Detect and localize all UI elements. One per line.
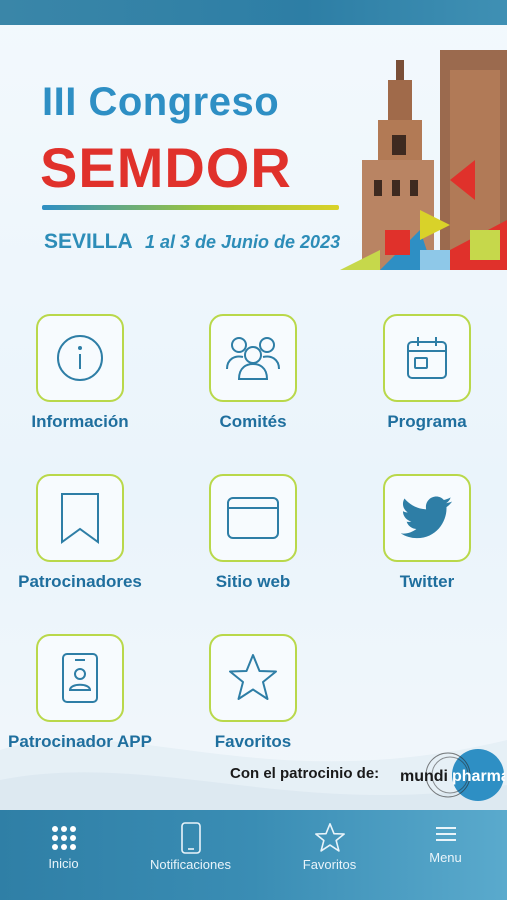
grid-dots-icon [51, 826, 76, 850]
menu-item-programa[interactable]: Programa [352, 314, 502, 432]
twitter-bird-icon [401, 496, 453, 539]
tab-menu[interactable]: Menu [382, 810, 507, 900]
mundipharma-logo: mundi pharma [400, 749, 505, 801]
people-icon [226, 337, 280, 380]
congress-title-line2: SEMDOR [40, 136, 292, 199]
title-divider [42, 205, 339, 210]
menu-item-label: Información [31, 412, 129, 431]
menu-item-label: Comités [219, 412, 287, 431]
star-outline-icon [314, 823, 345, 852]
info-icon [57, 335, 103, 381]
menu-tile-box [209, 314, 297, 402]
status-bar [0, 0, 507, 25]
menu-item-label: Twitter [399, 572, 455, 591]
sponsor-caption: Con el patrocinio de: [230, 765, 380, 782]
hero-banner: III Congreso SEMDOR SEVILLA 1 al 3 de Ju… [0, 25, 507, 270]
star-icon [229, 654, 277, 700]
menu-item-sitio-web[interactable]: Sitio web [178, 474, 328, 592]
menu-tile-box [36, 634, 124, 722]
menu-item-label: Programa [387, 412, 467, 431]
menu-item-favoritos[interactable]: Favoritos [178, 634, 328, 752]
calendar-icon [407, 337, 447, 379]
menu-item-informacion[interactable]: Información [5, 314, 155, 432]
menu-item-label: Favoritos [214, 732, 292, 751]
bookmark-icon [61, 493, 99, 544]
tab-favoritos[interactable]: Favoritos [266, 810, 393, 900]
menu-item-label: Patrocinador APP [8, 732, 152, 751]
menu-tile-box [209, 474, 297, 562]
id-badge-icon [62, 653, 98, 703]
svg-text:mundi: mundi [400, 768, 448, 785]
menu-tile-box [36, 474, 124, 562]
menu-tile-box [209, 634, 297, 722]
tab-label: Favoritos [302, 857, 357, 872]
bottom-tab-bar: Inicio Notificaciones Favoritos Menu [0, 810, 507, 900]
menu-item-label: Sitio web [215, 572, 291, 591]
tab-inicio[interactable]: Inicio [0, 810, 127, 900]
svg-text:pharma: pharma [452, 768, 505, 785]
menu-item-patrocinadores[interactable]: Patrocinadores [5, 474, 155, 592]
tab-notificaciones[interactable]: Notificaciones [127, 810, 254, 900]
menu-item-twitter[interactable]: Twitter [352, 474, 502, 592]
menu-item-comites[interactable]: Comités [178, 314, 328, 432]
congress-title-line1: III Congreso [42, 80, 280, 124]
browser-window-icon [227, 497, 279, 539]
congress-dates: 1 al 3 de Junio de 2023 [145, 232, 341, 252]
hamburger-icon [435, 827, 456, 841]
tab-label: Notificaciones [150, 857, 231, 872]
menu-item-patrocinador-app[interactable]: Patrocinador APP [5, 634, 155, 752]
menu-tile-box [383, 314, 471, 402]
menu-item-label: Patrocinadores [18, 572, 142, 591]
tab-label: Menu [429, 850, 462, 865]
menu-tile-box [36, 314, 124, 402]
tab-label: Inicio [48, 856, 79, 871]
menu-tile-box [383, 474, 471, 562]
congress-city: SEVILLA [44, 230, 133, 253]
phone-icon [180, 822, 201, 854]
